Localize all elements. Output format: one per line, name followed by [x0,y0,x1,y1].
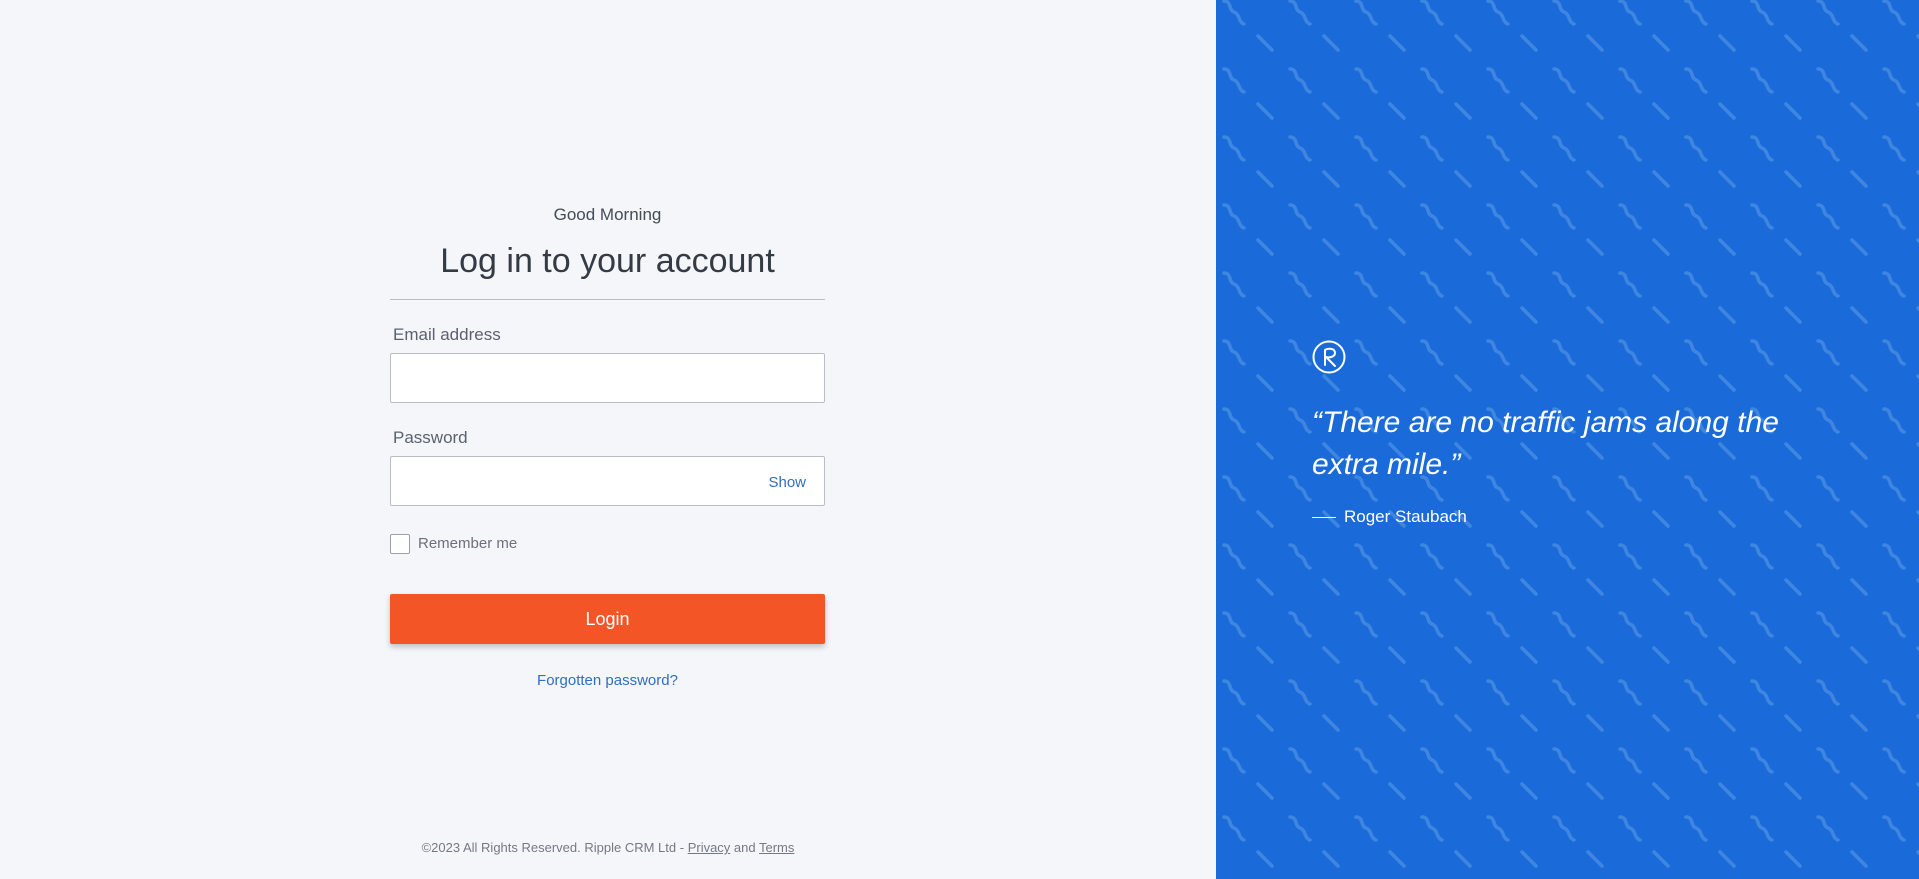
password-field: Show [390,448,825,506]
greeting-text: Good Morning [553,205,662,224]
footer-and-text: and [730,840,759,855]
password-input[interactable] [390,456,825,506]
email-input[interactable] [390,353,825,403]
ripple-r-logo-icon [1312,340,1346,374]
copyright-text: ©2023 All Rights Reserved. Ripple CRM Lt… [421,840,688,855]
privacy-link[interactable]: Privacy [688,840,731,855]
remember-me-row: Remember me [390,534,825,554]
footer: ©2023 All Rights Reserved. Ripple CRM Lt… [0,840,1216,856]
password-label: Password [393,428,468,447]
remember-me-label[interactable]: Remember me [418,534,517,554]
quote-block: “There are no traffic jams along the ext… [1312,340,1782,528]
remember-me-checkbox[interactable] [390,534,410,554]
quote-panel: “There are no traffic jams along the ext… [1216,0,1919,879]
forgot-password-link[interactable]: Forgotten password? [390,672,825,690]
login-panel: Good Morning Log in to your account Emai… [0,0,1216,879]
terms-link[interactable]: Terms [759,840,794,855]
page-title: Log in to your account [440,242,775,280]
author-dash [1312,516,1336,518]
quote-text: “There are no traffic jams along the ext… [1312,406,1779,481]
title-divider [390,299,825,300]
quote-author: Roger Staubach [1312,506,1782,528]
author-name: Roger Staubach [1344,507,1467,526]
login-button[interactable]: Login [390,594,825,644]
email-label: Email address [393,325,501,344]
show-password-toggle[interactable]: Show [768,474,806,492]
login-form: Good Morning Log in to your account Emai… [390,204,825,690]
